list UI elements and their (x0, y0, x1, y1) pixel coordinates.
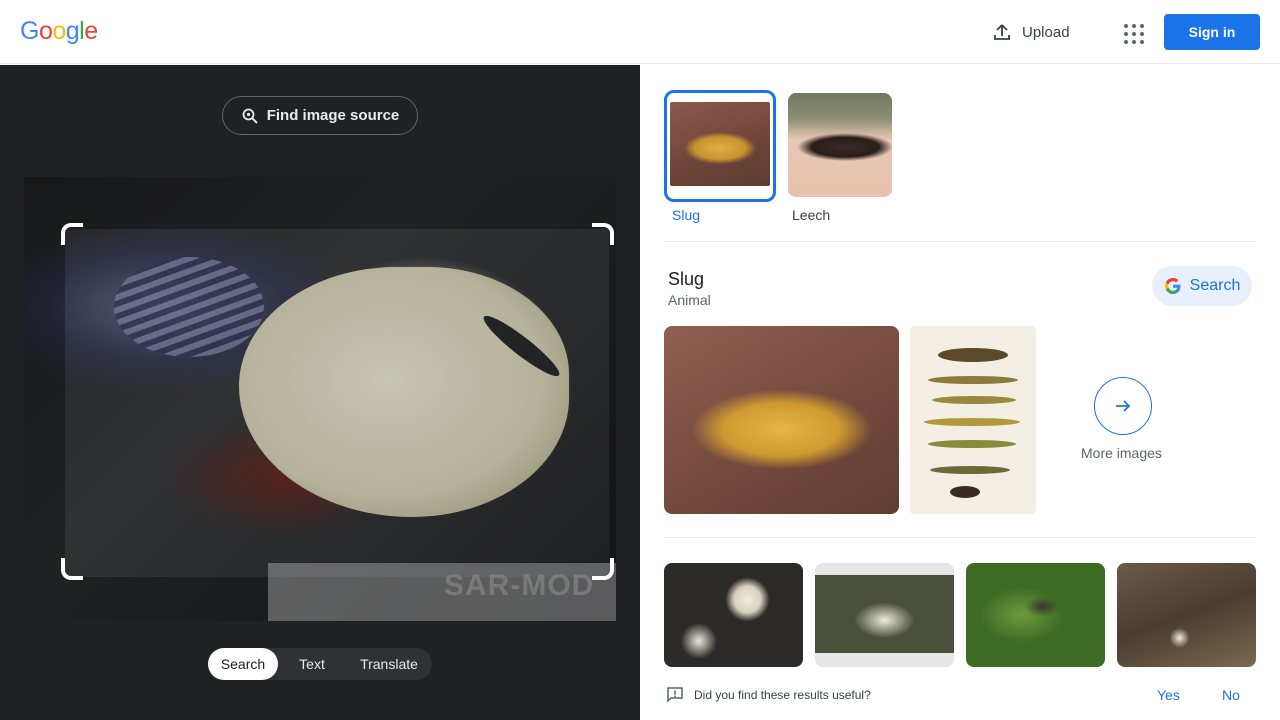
entity-title[interactable]: Slug (668, 269, 704, 290)
crop-handle-top-left[interactable] (61, 223, 83, 245)
logo-letter: g (65, 17, 80, 45)
google-logo[interactable]: Google (20, 17, 98, 46)
crop-handle-top-right[interactable] (592, 223, 614, 245)
image-query-panel: Find image source SAR-MOD Search Text Tr… (0, 65, 640, 720)
visual-match-image[interactable] (966, 563, 1105, 667)
google-search-label: Search (1189, 277, 1241, 294)
google-g-icon (1164, 278, 1181, 294)
more-images-label[interactable]: More images (1081, 445, 1162, 461)
feedback-bar: Did you find these results useful? Yes N… (640, 671, 1280, 720)
feedback-icon (667, 687, 683, 703)
logo-letter: o (52, 17, 66, 45)
top-header: Google Upload Sign in (0, 0, 1280, 64)
feedback-question: Did you find these results useful? (694, 688, 871, 702)
visual-match-image[interactable] (1117, 563, 1256, 667)
chip-leech-thumbnail (788, 93, 892, 197)
lens-search-icon (242, 108, 258, 124)
logo-letter: o (38, 17, 53, 45)
divider (664, 241, 1256, 242)
sign-in-button[interactable]: Sign in (1164, 14, 1260, 50)
mode-search[interactable]: Search (208, 648, 278, 680)
arrow-right-icon (1116, 400, 1131, 412)
upload-icon (994, 24, 1010, 40)
chip-leech[interactable] (788, 93, 892, 197)
feedback-yes-button[interactable]: Yes (1157, 687, 1180, 703)
chip-slug-label: Slug (672, 207, 701, 223)
find-image-source-label: Find image source (266, 107, 400, 124)
query-image: SAR-MOD (24, 177, 616, 621)
crop-handle-bottom-right[interactable] (592, 558, 614, 580)
google-search-button[interactable]: Search (1152, 266, 1252, 306)
divider (664, 537, 1256, 538)
results-panel: Slug Leech Slug Animal Search More image… (640, 65, 1280, 720)
mode-text[interactable]: Text (278, 648, 346, 680)
logo-letter: G (20, 17, 39, 45)
crop-handle-bottom-left[interactable] (61, 558, 83, 580)
feedback-no-button[interactable]: No (1222, 687, 1240, 703)
chip-slug-thumbnail (670, 102, 770, 186)
result-image-slug-illustration[interactable] (910, 326, 1036, 514)
visual-match-image[interactable] (815, 563, 954, 667)
image-watermark: SAR-MOD (268, 563, 616, 621)
google-apps-icon[interactable] (1118, 18, 1146, 46)
upload-button[interactable]: Upload (992, 20, 1070, 44)
chip-slug[interactable] (664, 90, 776, 202)
result-image-slug-photo[interactable] (664, 326, 899, 514)
crop-region (65, 229, 609, 577)
visual-match-image[interactable] (664, 563, 803, 667)
find-image-source-button[interactable]: Find image source (222, 96, 418, 135)
upload-label: Upload (1022, 23, 1070, 41)
lens-mode-switcher: Search Text Translate (208, 648, 432, 680)
chip-leech-label: Leech (792, 207, 831, 223)
logo-letter: e (84, 17, 98, 45)
mode-translate[interactable]: Translate (346, 648, 432, 680)
entity-subtitle: Animal (668, 292, 711, 308)
more-images-button[interactable] (1094, 377, 1152, 435)
